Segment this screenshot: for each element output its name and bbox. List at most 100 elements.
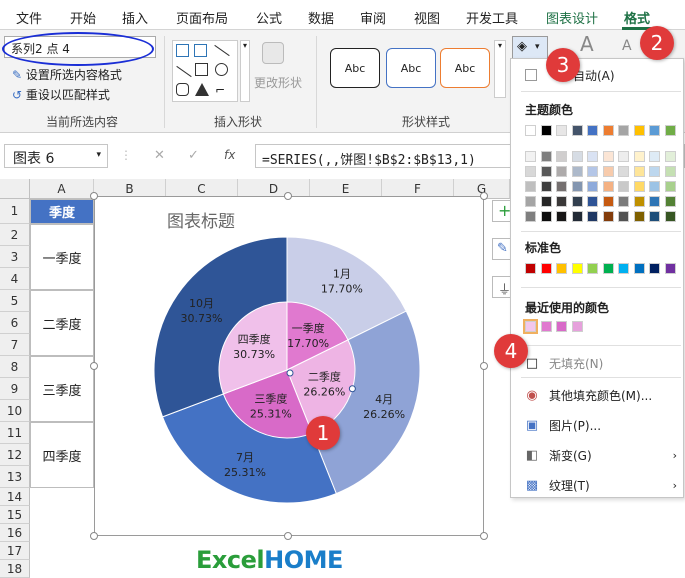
color-swatch[interactable] [556,263,567,274]
color-swatch[interactable] [540,263,552,274]
color-swatch[interactable] [649,211,660,222]
text-outline-icon[interactable]: A [622,38,632,54]
recent-color-swatch[interactable] [556,321,567,332]
shape-styles-more-button[interactable]: ▾ [494,40,506,98]
cell-q1[interactable]: 一季度 [30,224,94,290]
row-header[interactable]: 16 [0,524,30,542]
color-swatch[interactable] [602,196,614,207]
resize-handle[interactable] [90,192,98,200]
row-header[interactable]: 15 [0,506,30,524]
row-header[interactable]: 3 [0,246,30,268]
insert-function-icon[interactable]: fx [224,148,235,162]
format-selection-button[interactable]: ✎ 设置所选内容格式 [12,66,122,83]
color-swatch[interactable] [525,263,536,274]
tab-developer[interactable]: 开发工具 [466,8,518,27]
change-shape-button[interactable]: 更改形状 [254,74,302,91]
color-swatch[interactable] [618,125,629,136]
selection-handle[interactable] [286,369,294,377]
color-swatch[interactable] [571,263,583,274]
color-swatch[interactable] [602,125,614,136]
chart-area[interactable]: 图表标题 1月 17.70% 4月 26.26% 7月 25.31% 10月 30.73% 一季… [94,196,484,536]
color-swatch[interactable] [571,181,583,192]
tab-page-layout[interactable]: 页面布局 [176,8,228,27]
color-swatch[interactable] [525,211,536,222]
tab-home[interactable]: 开始 [70,8,96,27]
vertical-textbox-shape-icon[interactable] [194,44,207,57]
color-swatch[interactable] [664,125,676,136]
color-swatch[interactable] [525,125,536,136]
row-header[interactable]: 6 [0,312,30,334]
color-swatch[interactable] [571,151,583,162]
color-swatch[interactable] [649,151,660,162]
color-swatch[interactable] [664,166,676,177]
shape-style-orange[interactable]: Abc [440,48,490,88]
color-swatch[interactable] [587,263,598,274]
confirm-icon[interactable]: ✓ [188,148,199,163]
row-header[interactable]: 12 [0,444,30,466]
resize-handle[interactable] [90,532,98,540]
color-swatch[interactable] [649,125,660,136]
row-header[interactable]: 4 [0,268,30,290]
resize-handle[interactable] [284,532,292,540]
selection-handle[interactable] [348,385,356,393]
color-swatch[interactable] [587,181,598,192]
shape-style-blue[interactable]: Abc [386,48,436,88]
shape-fill-dropdown-button[interactable]: ◈ ▾ [512,36,548,60]
color-swatch[interactable] [540,196,552,207]
picture-fill-option[interactable]: ▣ 图片(P)... [523,413,683,437]
row-header[interactable]: 2 [0,224,30,246]
color-swatch[interactable] [525,196,536,207]
cell-q2[interactable]: 二季度 [30,290,94,356]
resize-handle[interactable] [480,362,488,370]
row-header[interactable]: 8 [0,356,30,378]
more-fill-colors-option[interactable]: ◉ 其他填充颜色(M)... [523,383,683,407]
color-swatch[interactable] [618,166,629,177]
color-swatch[interactable] [587,125,598,136]
color-swatch[interactable] [571,125,583,136]
text-fill-icon[interactable]: A [580,32,594,56]
row-header[interactable]: 17 [0,542,30,560]
tab-chart-design[interactable]: 图表设计 [546,8,598,27]
cancel-icon[interactable]: ✕ [154,148,165,163]
color-swatch[interactable] [633,166,645,177]
chevron-down-icon[interactable]: ▾ [96,150,101,160]
resize-handle[interactable] [480,532,488,540]
row-header[interactable]: 14 [0,488,30,506]
row-header[interactable]: 7 [0,334,30,356]
resize-handle[interactable] [90,362,98,370]
color-swatch[interactable] [571,211,583,222]
column-header[interactable]: A [30,179,94,199]
color-swatch[interactable] [633,151,645,162]
color-swatch[interactable] [540,166,552,177]
shapes-gallery[interactable]: ⌐ [172,40,238,102]
rounded-rect-shape-icon[interactable] [176,83,189,96]
color-swatch[interactable] [571,166,583,177]
auto-color-swatch[interactable] [525,69,537,81]
gradient-fill-option[interactable]: ◧ 渐变(G) › [523,443,683,467]
line-shape-icon[interactable] [214,44,230,57]
header-cell-quarter[interactable]: 季度 [30,199,94,224]
color-swatch[interactable] [602,181,614,192]
color-swatch[interactable] [664,151,676,162]
color-swatch[interactable] [540,181,552,192]
cell-q4[interactable]: 四季度 [30,422,94,488]
color-swatch[interactable] [633,125,645,136]
triangle-shape-icon[interactable] [195,83,209,96]
resize-handle[interactable] [480,192,488,200]
color-swatch[interactable] [556,211,567,222]
color-swatch[interactable] [664,181,676,192]
color-swatch[interactable] [649,181,660,192]
color-swatch[interactable] [556,166,567,177]
color-swatch[interactable] [540,151,552,162]
color-swatch[interactable] [556,181,567,192]
color-swatch[interactable] [587,151,598,162]
shapes-gallery-more-button[interactable]: ▾ [240,40,250,102]
color-swatch[interactable] [525,151,536,162]
texture-fill-option[interactable]: ▩ 纹理(T) › [523,473,683,497]
color-swatch[interactable] [587,196,598,207]
tab-view[interactable]: 视图 [414,8,440,27]
color-swatch[interactable] [618,151,629,162]
row-header[interactable]: 10 [0,400,30,422]
shape-style-dark[interactable]: Abc [330,48,380,88]
resize-handle[interactable] [284,192,292,200]
